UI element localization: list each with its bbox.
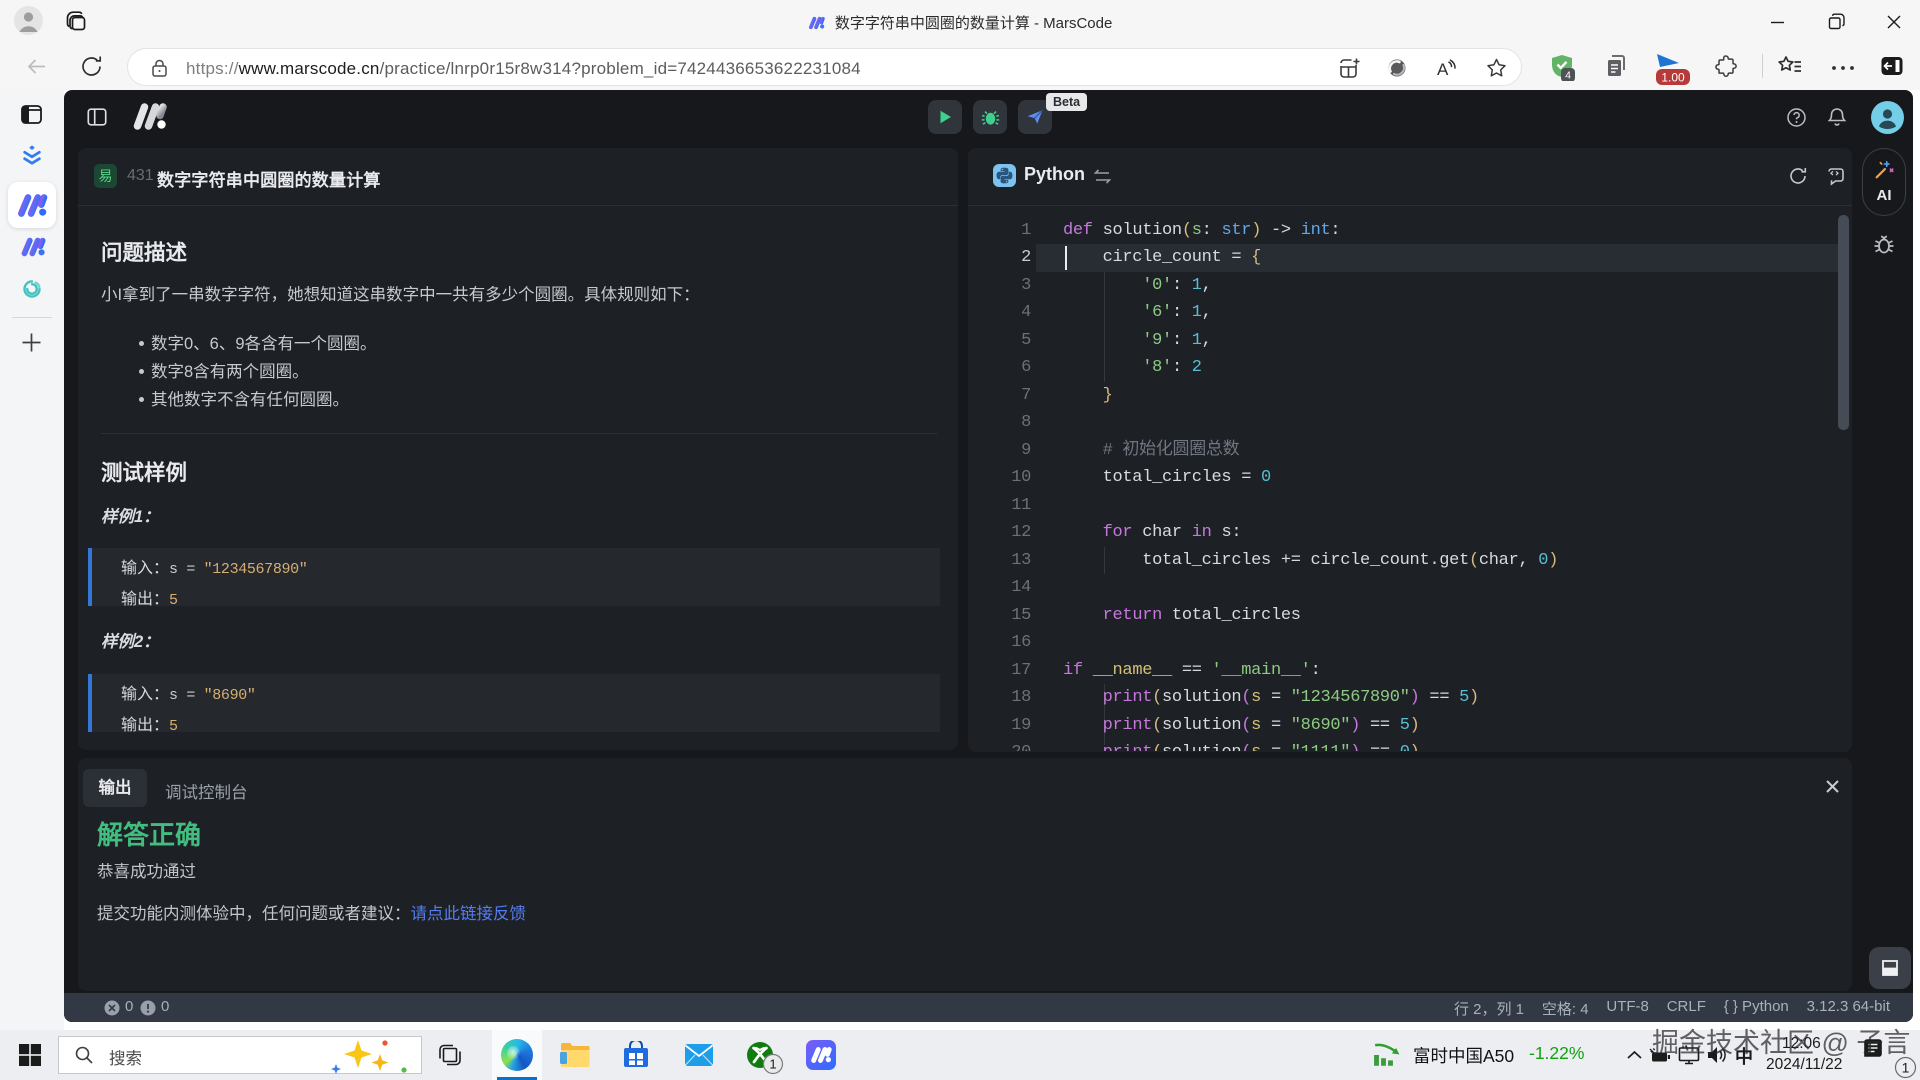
svg-text:1: 1 [769,1057,776,1072]
svg-text:1: 1 [1902,1060,1910,1076]
svg-text:A: A [1437,60,1449,79]
